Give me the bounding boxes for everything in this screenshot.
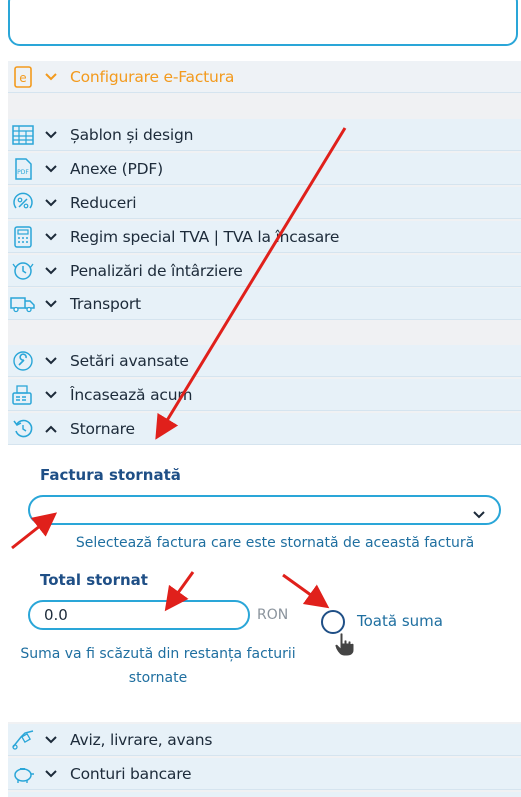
section-label: Penalizări de întârziere	[70, 261, 243, 280]
section-storno[interactable]: Stornare	[8, 413, 521, 445]
section-label: Setări avansate	[70, 351, 189, 370]
chevron-down-icon	[42, 299, 60, 308]
chevron-down-icon	[42, 266, 60, 275]
chevron-down-icon	[42, 769, 60, 778]
e-factura-icon: e	[10, 65, 36, 89]
section-label: Regim special TVA | TVA la încasare	[70, 227, 340, 246]
section-advanced-settings[interactable]: Setări avansate	[8, 345, 521, 377]
chevron-down-icon	[42, 198, 60, 207]
section-label: Stornare	[70, 419, 135, 438]
section-label: Configurare e-Factura	[70, 67, 235, 86]
storno-total-hint-line1: Suma va fi scăzută din restanța facturii	[20, 646, 296, 662]
section-transport[interactable]: Transport	[8, 288, 521, 320]
whole-amount-label[interactable]: Toată suma	[357, 612, 443, 630]
late-penalty-icon	[10, 259, 36, 283]
section-discounts[interactable]: Reduceri	[8, 187, 521, 219]
storno-invoice-title: Factura stornată	[40, 466, 181, 484]
section-late-penalties[interactable]: Penalizări de întârziere	[8, 255, 521, 287]
section-vat-regime[interactable]: Regim special TVA | TVA la încasare	[8, 221, 521, 253]
section-label: Reduceri	[70, 193, 137, 212]
template-grid-icon	[10, 123, 36, 147]
section-collect-now[interactable]: Încasează acum	[8, 379, 521, 411]
storno-total-title: Total stornat	[40, 571, 148, 589]
svg-text:PDF: PDF	[17, 169, 29, 176]
notes-textarea[interactable]	[8, 0, 518, 46]
section-annexes-pdf[interactable]: PDF Anexe (PDF)	[8, 153, 521, 185]
storno-total-input[interactable]: 0.0	[28, 600, 250, 630]
chevron-down-icon	[473, 504, 485, 523]
chevron-down-icon	[42, 232, 60, 241]
hand-truck-icon	[10, 728, 36, 752]
wrench-icon	[10, 349, 36, 373]
storno-invoice-hint: Selectează factura care este stornată de…	[75, 535, 475, 551]
cash-register-icon	[10, 383, 36, 407]
calculator-icon	[10, 225, 36, 249]
section-delivery-advance[interactable]: Aviz, livrare, avans	[8, 724, 521, 756]
currency-label: RON	[257, 607, 289, 623]
section-e-factura[interactable]: e Configurare e-Factura	[8, 61, 521, 93]
svg-text:e: e	[19, 71, 26, 85]
section-label: Anexe (PDF)	[70, 159, 163, 178]
section-template-design[interactable]: Șablon și design	[8, 119, 521, 151]
section-bank-accounts[interactable]: Conturi bancare	[8, 758, 521, 790]
chevron-down-icon	[42, 356, 60, 365]
section-label: Transport	[70, 294, 141, 313]
section-label: Încasează acum	[70, 385, 193, 404]
chevron-down-icon	[42, 390, 60, 399]
storno-total-hint-line2: stornate	[128, 670, 188, 686]
whole-amount-radio[interactable]	[321, 610, 345, 634]
chevron-down-icon	[42, 735, 60, 744]
storno-invoice-select[interactable]	[28, 495, 501, 525]
truck-icon	[10, 292, 36, 316]
chevron-up-icon	[42, 425, 60, 433]
hand-cursor-icon	[334, 632, 355, 657]
chevron-down-icon	[42, 72, 60, 81]
section-label: Conturi bancare	[70, 764, 192, 783]
section-next-partial	[8, 792, 521, 797]
piggy-bank-icon	[10, 762, 36, 786]
pdf-file-icon: PDF	[10, 157, 36, 181]
section-label: Șablon și design	[70, 125, 194, 144]
chevron-down-icon	[42, 130, 60, 139]
chevron-down-icon	[42, 164, 60, 173]
undo-circle-icon	[10, 417, 36, 441]
discount-icon	[10, 191, 36, 215]
section-label: Aviz, livrare, avans	[70, 730, 213, 749]
